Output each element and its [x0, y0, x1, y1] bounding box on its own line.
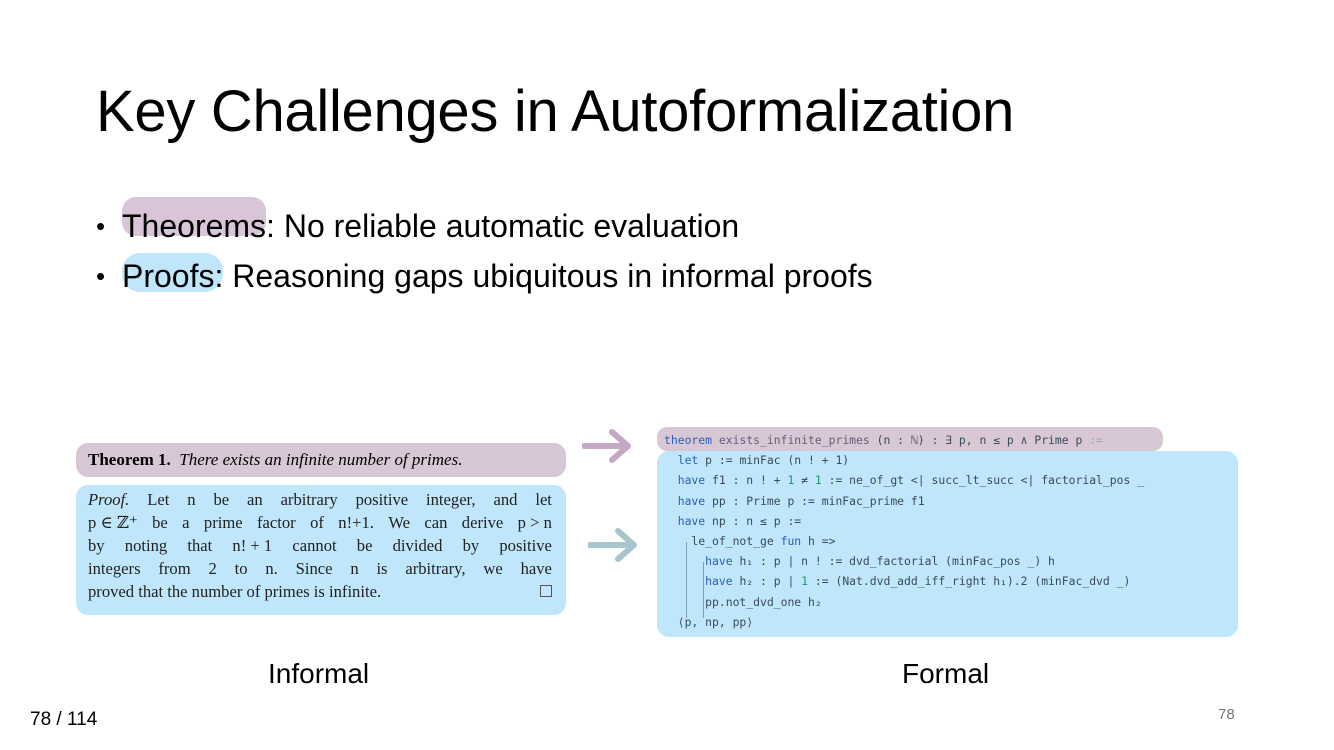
proof-word: We	[388, 513, 411, 532]
informal-proof-box: Proof. Let n be an arbitrary positive integer, a…	[76, 485, 566, 615]
proof-word: positive	[355, 490, 409, 509]
proof-line: proved that the number of primes is infi…	[88, 580, 552, 603]
proof-word: of	[310, 513, 324, 532]
proof-word: an	[247, 490, 263, 509]
code-line: le_of_not_ge fun h =>	[664, 534, 836, 549]
arrow-right-icon	[588, 528, 637, 562]
proof-word: let	[535, 490, 552, 509]
proof-word: can	[424, 513, 448, 532]
proof-word: Proof.	[88, 490, 130, 509]
proof-word: factor	[257, 513, 296, 532]
proof-word: noting	[124, 536, 168, 555]
theorem-label: Theorem 1.	[88, 450, 171, 469]
code-line: have h₂ : p ∣ 1 := (Nat.dvd_add_iff_righ…	[705, 574, 1131, 589]
proof-word: integer,	[426, 490, 476, 509]
proof-line: by noting that n! + 1 cannot be divided by posit…	[88, 534, 552, 557]
informal-theorem-box: Theorem 1. There exists an infinite numb…	[76, 443, 566, 477]
proof-word: that	[187, 536, 213, 555]
bullet-dot: •	[96, 261, 106, 291]
proofs-text: Reasoning gaps ubiquitous in informal pr…	[223, 258, 873, 294]
proof-word: to	[234, 559, 248, 578]
page-counter: 78 / 114	[30, 709, 98, 730]
proof-word: by	[88, 536, 105, 555]
code-line: pp.not_dvd_one h₂	[664, 594, 822, 609]
qed-square-icon	[540, 585, 552, 597]
lean-code: theorem exists_infinite_primes (n : ℕ) :…	[664, 430, 1144, 632]
caption-informal: Informal	[268, 658, 370, 689]
proof-word: n.	[265, 559, 278, 578]
proof-line: integers from 2 to n. Since n is arbitrary, we hav…	[88, 557, 552, 580]
slide-title: Key Challenges in Autoformalization	[96, 79, 1015, 144]
code-line: have f1 : n ! + 1 ≠ 1 := ne_of_gt <| suc…	[677, 473, 1145, 488]
slide-number: 78	[1218, 706, 1235, 723]
proof-word: n	[187, 490, 196, 509]
arrow-right-icon	[582, 429, 631, 463]
code-line: have h₁ : p ∣ n ! := dvd_factorial (minF…	[705, 554, 1055, 569]
proof-line: p ∈ ℤ⁺ be a prime factor of n!+1. We can derive p …	[88, 511, 552, 534]
theorems-text: : No reliable automatic evaluation	[266, 208, 740, 244]
proof-word: be	[356, 536, 373, 555]
proof-word: Since	[295, 559, 333, 578]
caption-formal: Formal	[902, 658, 990, 689]
proof-word: prime	[203, 513, 243, 532]
proof-word: from	[158, 559, 191, 578]
proof-word: arbitrary,	[405, 559, 466, 578]
code-line: let p := minFac (n ! + 1)	[677, 453, 850, 468]
proof-word: a	[182, 513, 190, 532]
proof-word: is	[376, 559, 388, 578]
proof-word: have	[520, 559, 552, 578]
proof-word: divided	[392, 536, 443, 555]
proof-word: be	[213, 490, 230, 509]
proof-word: derive	[461, 513, 504, 532]
code-line: theorem exists_infinite_primes (n : ℕ) :…	[664, 433, 1103, 447]
proof-word: p > n	[517, 513, 552, 532]
code-line: have pp : Prime p := minFac_prime f1	[677, 493, 925, 508]
code-line: ⟨p, np, pp⟩	[664, 614, 754, 629]
proof-word: p ∈ ℤ⁺	[88, 513, 138, 532]
proofs-highlight: Proofs:	[122, 253, 224, 296]
proof-word: be	[152, 513, 168, 532]
proof-line: Proof. Let n be an arbitrary positive integer, a…	[88, 488, 552, 511]
code-line: have np : n ≤ p :=	[677, 513, 802, 528]
proof-word: by	[462, 536, 480, 555]
proof-word: Let	[147, 490, 170, 509]
proof-word: n	[350, 559, 359, 578]
proof-word: arbitrary	[280, 490, 338, 509]
proof-word: and	[493, 490, 518, 509]
proof-word: we	[483, 559, 503, 578]
bullet-dot: •	[96, 211, 106, 241]
proof-word: integers	[88, 559, 141, 578]
theorems-label: Theorems	[122, 208, 267, 244]
proof-word: n! + 1	[232, 536, 273, 555]
proof-word: n!+1.	[338, 513, 374, 532]
proof-word: positive	[499, 536, 552, 555]
proof-word: cannot	[292, 536, 337, 555]
proofs-label: Proofs:	[122, 258, 224, 294]
theorem-statement: There exists an infinite number of prime…	[179, 450, 463, 469]
proof-word: proved that the number of primes is infi…	[88, 582, 382, 601]
theorems-highlight: Theorems	[122, 197, 267, 246]
proof-word: 2	[208, 559, 217, 578]
